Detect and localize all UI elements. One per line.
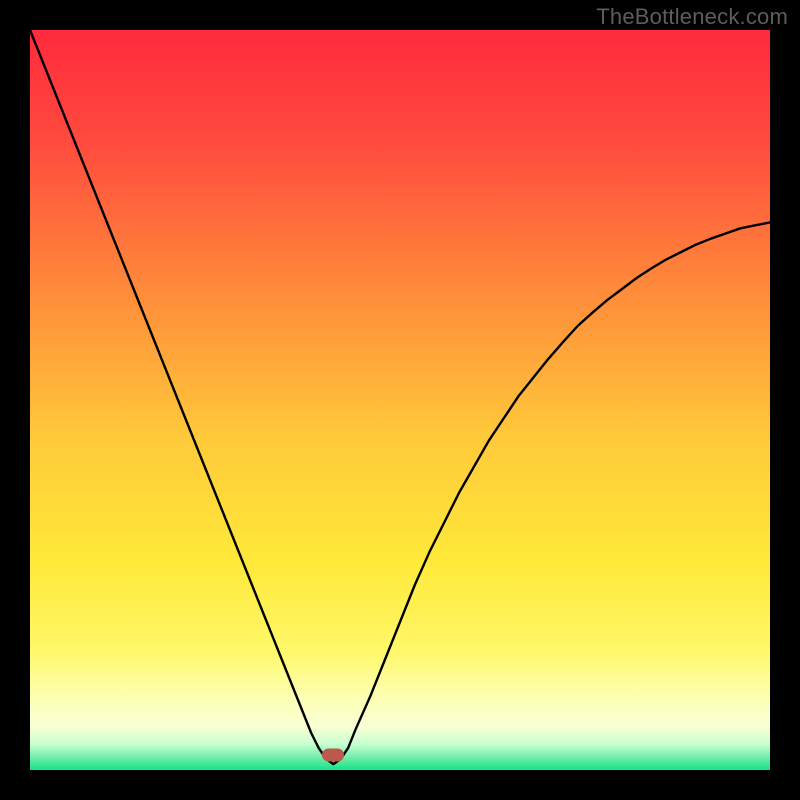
chart-frame: TheBottleneck.com bbox=[0, 0, 800, 800]
watermark-text: TheBottleneck.com bbox=[596, 4, 788, 30]
bottleneck-curve bbox=[30, 30, 770, 764]
min-marker bbox=[322, 749, 344, 762]
plot-area bbox=[30, 30, 770, 770]
curve-layer bbox=[30, 30, 770, 770]
